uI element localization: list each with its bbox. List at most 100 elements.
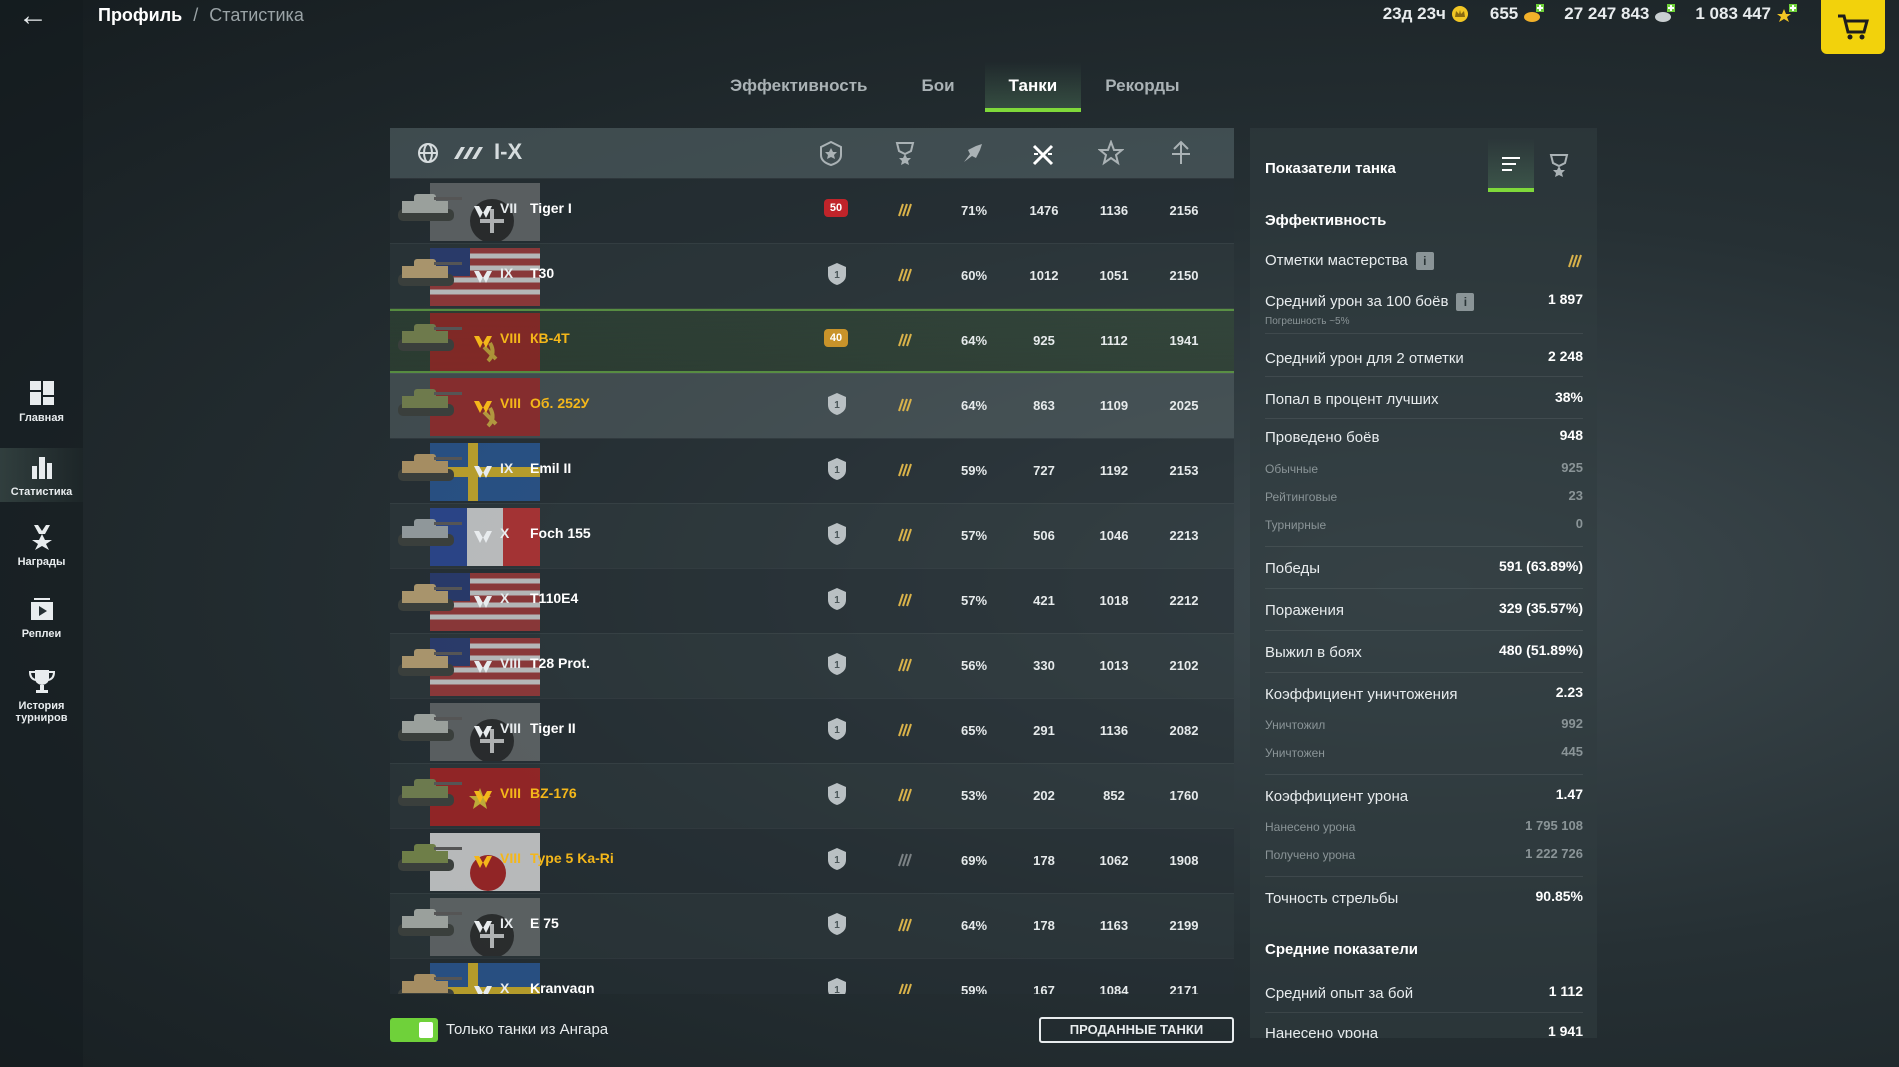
battles-column-sorted-icon[interactable] (1030, 140, 1056, 166)
tank-name: Об. 252У (530, 395, 590, 411)
gold-icon (1524, 4, 1545, 22)
tank-icon (398, 714, 462, 741)
table-row[interactable]: X T110E4 1 57% 421 1018 2212 (390, 568, 1234, 633)
stat-value: 1.47 (1555, 786, 1583, 802)
tab-efficiency[interactable]: Эффективность (706, 62, 891, 112)
divider (1265, 630, 1583, 631)
mastery-rank-icon: 1 (828, 848, 846, 870)
stat-rated: Рейтинговые 23 (1265, 488, 1583, 512)
premium-time[interactable]: 23д 23ч (1383, 4, 1470, 24)
table-header: I-X (390, 128, 1234, 178)
stat-label: Средний урон за 100 боёв (1265, 293, 1449, 310)
table-row[interactable]: VIII BZ-176 1 53% 202 852 1760 (390, 763, 1234, 828)
divider (1265, 376, 1583, 377)
table-row[interactable]: VIII КВ-4Т 40 64% 925 1112 1941 (390, 308, 1234, 373)
mastery-rank-icon: 1 (828, 718, 846, 740)
tank-icon (398, 844, 462, 871)
medal-icon (31, 525, 52, 550)
stat-value: 23 (1568, 488, 1583, 503)
tank-class-icon (474, 661, 492, 673)
stat-label: Средний опыт за бой (1265, 985, 1414, 1002)
battles-value: 167 (1033, 983, 1055, 994)
avg-damage-value: 2212 (1169, 593, 1199, 608)
shop-cart-button[interactable] (1821, 0, 1885, 54)
table-row[interactable]: IX T30 1 60% 1012 1051 2150 (390, 243, 1234, 308)
sidebar-item-awards[interactable]: Награды (0, 522, 83, 568)
breadcrumb-profile[interactable]: Профиль (98, 5, 182, 25)
avg-xp-value: 1109 (1099, 398, 1129, 413)
stat-label: Средний урон для 2 отметки (1265, 350, 1464, 367)
breadcrumb-separator: / (193, 5, 199, 25)
sold-tanks-button[interactable]: ПРОДАННЫЕ ТАНКИ (1039, 1017, 1234, 1043)
class-filter-icon[interactable] (452, 141, 484, 165)
marks-column-icon[interactable] (892, 140, 918, 166)
free-xp-balance[interactable]: 1 083 447 (1695, 4, 1797, 24)
tab-battles[interactable]: Бои (891, 62, 984, 112)
battles-value: 291 (1033, 723, 1055, 738)
marks-of-excellence-icon (898, 463, 912, 477)
table-row[interactable]: IX E 75 1 64% 178 1163 2199 (390, 893, 1234, 958)
tank-icon (398, 649, 462, 676)
table-row[interactable]: IX Emil II 1 59% 727 1192 2153 (390, 438, 1234, 503)
tank-name: Kranvagn (530, 980, 595, 994)
winrate-column-icon[interactable] (960, 140, 986, 166)
premium-time-value: 23д 23ч (1382, 4, 1446, 23)
info-icon[interactable]: i (1415, 252, 1434, 271)
stat-value: 329 (35.57%) (1498, 600, 1583, 616)
avg-xp-value: 1018 (1099, 593, 1129, 608)
credits-balance[interactable]: 27 247 843 (1564, 4, 1676, 24)
avg-damage-value: 2153 (1169, 463, 1199, 478)
winrate-value: 64% (960, 918, 988, 933)
battles-value: 330 (1033, 658, 1055, 673)
panel-tab-marks-icon[interactable] (1546, 152, 1572, 178)
tab-records[interactable]: Рекорды (1081, 62, 1203, 112)
mastery-rank-icon: 1 (828, 783, 846, 805)
sidebar-item-tournament-history[interactable]: История турниров (0, 666, 83, 724)
stat-avg-xp: Средний опыт за бой 1 112 (1265, 983, 1583, 1007)
table-row[interactable]: VIII T28 Prot. 1 56% 330 1013 2102 (390, 633, 1234, 698)
table-row[interactable]: VII Tiger I 50 71% 1476 1136 2156 (390, 178, 1234, 243)
avg-damage-value: 1760 (1169, 788, 1199, 803)
bar-chart-icon (31, 457, 52, 479)
sidebar-item-home[interactable]: Главная (0, 378, 83, 424)
tank-class-icon (474, 401, 492, 413)
tier-filter[interactable]: I-X (494, 139, 522, 165)
hangar-only-toggle[interactable] (390, 1018, 438, 1042)
mastery-column-icon[interactable] (818, 140, 844, 166)
stat-value: 591 (63.89%) (1498, 558, 1583, 574)
tank-stats-panel: Показатели танка Эффективность Отметки м… (1250, 128, 1597, 1038)
avg-damage-column-icon[interactable] (1168, 140, 1194, 166)
table-row[interactable]: X Kranvagn 1 59% 167 1084 2171 (390, 958, 1234, 994)
mastery-rank-icon: 1 (828, 263, 846, 285)
stat-label: Уничтожен (1265, 746, 1325, 760)
tank-tier: VIII (500, 785, 522, 801)
mastery-badge: 40 (824, 329, 848, 347)
nation-filter-globe-icon[interactable] (416, 141, 440, 165)
table-row[interactable]: VIII Tiger II 1 65% 291 1136 2082 (390, 698, 1234, 763)
gold-balance[interactable]: 655 (1490, 4, 1545, 24)
avg-damage-value: 2171 (1169, 983, 1199, 994)
info-icon[interactable]: i (1456, 293, 1475, 312)
sidebar-item-replays[interactable]: Реплеи (0, 594, 83, 640)
back-arrow-icon[interactable]: ← (18, 1, 52, 32)
avg-xp-value: 1084 (1099, 983, 1129, 994)
stat-accuracy: Точность стрельбы 90.85% (1265, 888, 1583, 912)
avg-damage-value: 2156 (1169, 203, 1199, 218)
table-row[interactable]: VIII Type 5 Ka-Ri 1 69% 178 1062 1908 (390, 828, 1234, 893)
stat-survived: Выжил в боях 480 (51.89%) (1265, 642, 1583, 666)
tank-icon (398, 454, 462, 481)
avg-xp-value: 1163 (1099, 918, 1129, 933)
avg-xp-column-icon[interactable] (1098, 140, 1124, 166)
panel-tab-stats[interactable] (1488, 138, 1534, 192)
table-row[interactable]: X Foch 155 1 57% 506 1046 2213 (390, 503, 1234, 568)
battles-value: 863 (1033, 398, 1055, 413)
battles-value: 727 (1033, 463, 1055, 478)
table-row[interactable]: VIII Об. 252У 1 64% 863 1109 2025 (390, 373, 1234, 438)
avg-damage-value: 2102 (1169, 658, 1199, 673)
sidebar-item-statistics[interactable]: Статистика (0, 448, 83, 502)
marks-of-excellence-icon (898, 658, 912, 672)
winrate-value: 57% (960, 593, 988, 608)
winrate-value: 59% (960, 463, 988, 478)
avg-damage-value: 1941 (1169, 333, 1199, 348)
tab-tanks[interactable]: Танки (984, 62, 1082, 112)
